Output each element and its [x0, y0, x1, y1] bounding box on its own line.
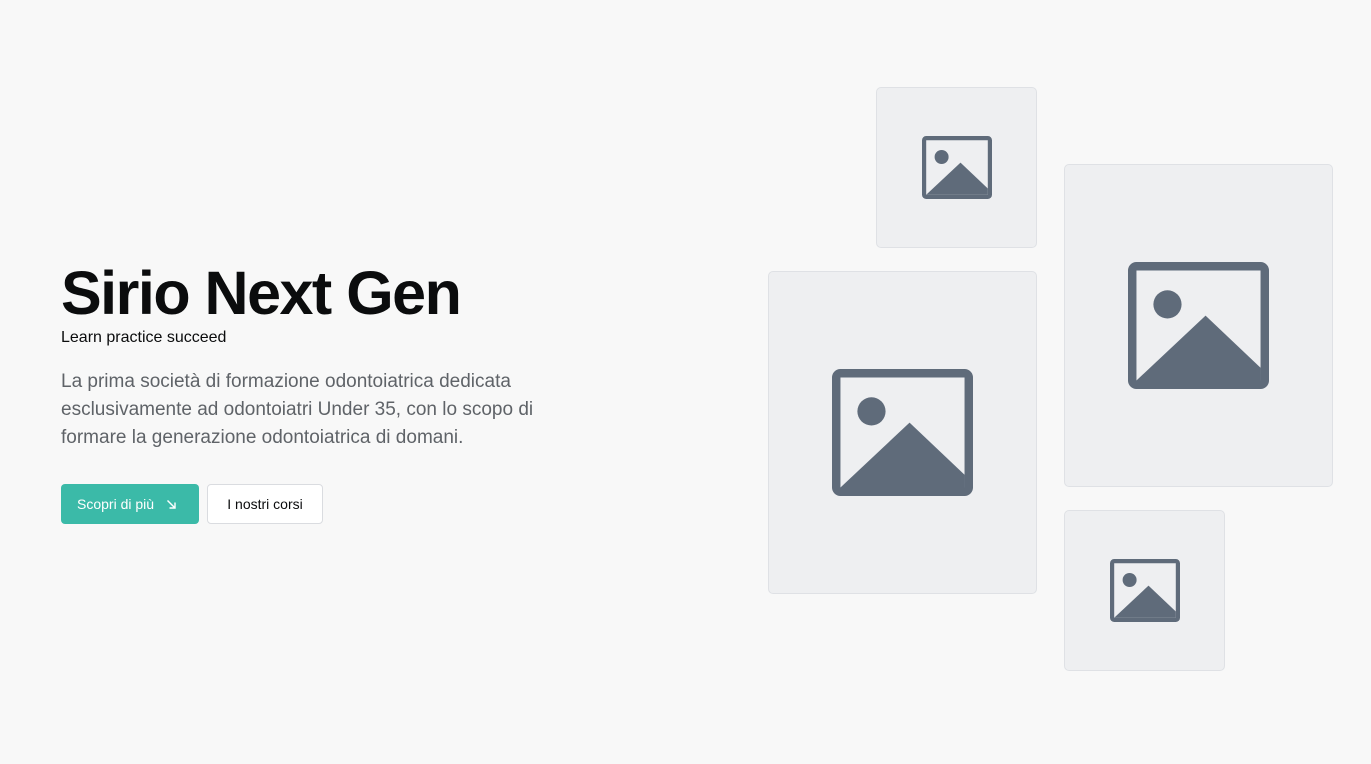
image-placeholder-icon [1128, 262, 1269, 389]
page-title: Sirio Next Gen [61, 259, 462, 327]
image-placeholder-icon [921, 136, 992, 199]
gallery-image-2 [1064, 164, 1333, 487]
discover-more-label: Scopri di più [77, 496, 155, 512]
gallery-image-4 [1064, 510, 1225, 671]
tagline: Learn practice succeed [61, 329, 227, 346]
discover-more-button[interactable]: Scopri di più [61, 484, 199, 524]
our-courses-button[interactable]: I nostri corsi [207, 484, 323, 524]
arrow-down-right-icon [166, 499, 177, 510]
hero-description: La prima società di formazione odontoiat… [61, 371, 534, 448]
image-placeholder-icon [832, 369, 973, 496]
hero-section: Sirio Next Gen Learn practice succeed La… [61, 258, 581, 524]
hero-actions: Scopri di più I nostri corsi [61, 484, 581, 524]
image-placeholder-icon [1109, 559, 1180, 622]
gallery-image-3 [768, 271, 1037, 594]
gallery-image-1 [876, 87, 1037, 248]
